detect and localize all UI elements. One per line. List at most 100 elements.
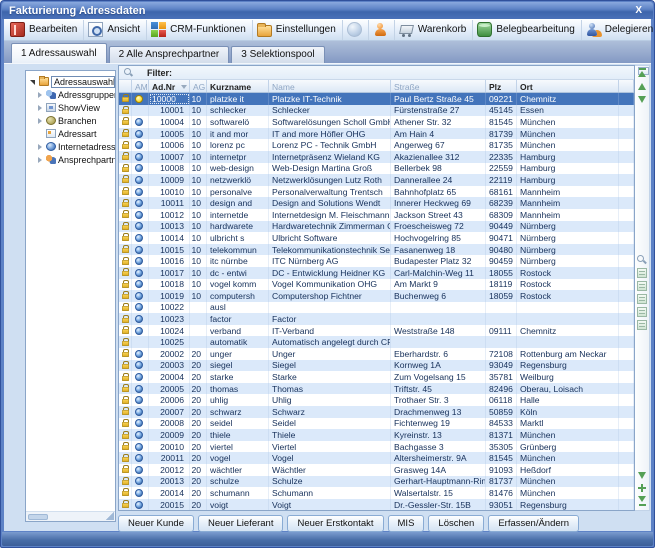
table-row[interactable]: 10016 10 itc nürnbe ITC Nürnberg AG Buda… [119,255,634,267]
table-row[interactable]: 10011 10 design and Design and Solutions… [119,197,634,209]
table-row[interactable]: 10019 10 computersh Computershop Fichtne… [119,290,634,302]
tree-item[interactable]: Adressart [26,127,115,140]
table-row[interactable]: 20003 20 siegel Siegel Kornweg 1A 93049 … [119,360,634,372]
tree-item[interactable]: ShowView [26,101,115,114]
table-row[interactable]: 10018 10 vogel komm Vogel Kommunikation … [119,279,634,291]
column-header[interactable]: AG [190,80,207,92]
expander-icon[interactable] [36,156,44,164]
tab[interactable]: 1 Adressauswahl [11,43,107,63]
action-button[interactable]: Neuer Erstkontakt [287,515,383,532]
resize-grip[interactable] [106,512,114,520]
column-header[interactable]: Straße [391,80,486,92]
lock-cell [119,371,132,383]
column-header[interactable]: Ad.Nr [149,80,190,92]
toolbar-button[interactable]: Ansicht [84,20,147,40]
expander-icon[interactable] [36,143,44,151]
table-row[interactable]: 10017 10 dc - entwi DC - Entwicklung Hei… [119,267,634,279]
filter-bar[interactable]: Filter: [119,66,634,80]
table-row[interactable]: 10000 10 platzke it Platzke IT-Technik P… [119,93,634,105]
panel-icon[interactable] [637,307,647,317]
tree-item[interactable]: Internetadressen [26,140,115,153]
expander-open-icon[interactable] [29,78,37,86]
table-row[interactable]: 10004 10 softwarelö Softwarelösungen Sch… [119,116,634,128]
scroll-top-icon[interactable] [637,68,647,78]
toolbar-button[interactable]: Belegbearbeitung [473,20,581,40]
column-header[interactable] [619,80,634,92]
cell-plz: 68309 [486,209,517,221]
column-header[interactable] [119,80,132,92]
table-row[interactable]: 20007 20 schwarz Schwarz Drachmenweg 13 … [119,406,634,418]
action-button[interactable]: Löschen [428,515,484,532]
table-row[interactable]: 10001 10 schlecker Schlecker Fürstenstra… [119,105,634,117]
panel-icon[interactable] [637,294,647,304]
table-row[interactable]: 20006 20 uhlig Uhlig Trothaer Str. 3 061… [119,394,634,406]
cell-strasse: Eberhardstr. 6 [391,348,486,360]
table-row[interactable]: 10006 10 lorenz pc Lorenz PC - Technik G… [119,139,634,151]
column-header[interactable]: Kurzname [207,80,269,92]
expander-icon[interactable] [36,130,44,138]
table-row[interactable]: 20013 20 schulze Schulze Gerhart-Hauptma… [119,476,634,488]
toolbar-button[interactable] [369,20,395,40]
close-button[interactable]: X [631,5,646,16]
expander-icon[interactable] [36,104,44,112]
table-row[interactable]: 20012 20 wächtler Wächtler Grasweg 14A 9… [119,464,634,476]
table-row[interactable]: 20002 20 unger Unger Eberhardstr. 6 7210… [119,348,634,360]
panel-icon[interactable] [637,281,647,291]
tree-item[interactable]: Branchen [26,114,115,127]
table-row[interactable]: 20008 20 seidel Seidel Fichtenweg 19 845… [119,418,634,430]
toolbar-button[interactable]: Bearbeiten [6,20,84,40]
toolbar-button[interactable]: CRM-Funktionen [147,20,253,40]
tab[interactable]: 3 Selektionspool [231,46,324,63]
table-row[interactable]: 10022 ausl [119,302,634,314]
search-icon[interactable] [637,255,647,265]
expander-icon[interactable] [36,117,44,125]
column-header[interactable]: Ort [517,80,619,92]
table-row[interactable]: 20009 20 thiele Thiele Kyreinstr. 13 813… [119,429,634,441]
toolbar-button[interactable]: Einstellungen [253,20,343,40]
cell-plz: 82496 [486,383,517,395]
table-row[interactable]: 20010 20 viertel Viertel Bachgasse 3 353… [119,441,634,453]
scroll-down-icon[interactable] [637,470,647,480]
scrollbar-thumb[interactable] [28,514,48,520]
table-row[interactable]: 10005 10 it and mor IT and more Höfler O… [119,128,634,140]
table-row[interactable]: 20005 20 thomas Thomas Triftstr. 45 8249… [119,383,634,395]
tree-root-adressauswahl[interactable]: Adressauswahl [26,75,115,88]
panel-icon[interactable] [637,320,647,330]
scroll-up-icon[interactable] [637,81,647,91]
expander-icon[interactable] [36,91,44,99]
action-button[interactable]: MIS [388,515,425,532]
table-row[interactable]: 10009 10 netzwerklö Netzwerklösungen Lut… [119,174,634,186]
table-row[interactable]: 20011 20 vogel Vogel Altersheimerstr. 9A… [119,452,634,464]
cell-ort: Nürnberg [517,244,619,256]
table-row[interactable]: 10023 factor Factor [119,313,634,325]
table-row[interactable]: 10012 10 internetde Internetdesign M. Fl… [119,209,634,221]
column-header[interactable]: Plz [486,80,517,92]
tab[interactable]: 2 Alle Ansprechpartner [109,46,230,63]
tree-horizontal-scrollbar[interactable] [26,511,115,521]
scroll-down-icon[interactable] [637,94,647,104]
table-row[interactable]: 10024 verband IT-Verband Weststraße 148 … [119,325,634,337]
table-row[interactable]: 10008 10 web-design Web-Design Martina G… [119,163,634,175]
table-row[interactable]: 10014 10 ulbricht s Ulbricht Software Ho… [119,232,634,244]
table-row[interactable]: 20004 20 starke Starke Zum Vogelsang 15 … [119,371,634,383]
tree-item[interactable]: Adressgruppen [26,88,115,101]
add-icon[interactable] [637,483,647,493]
table-row[interactable]: 20014 20 schumann Schumann Walsertalstr.… [119,487,634,499]
toolbar-button[interactable] [343,20,369,40]
tree-item[interactable]: Ansprechpartner [26,153,115,166]
column-header[interactable]: Name [269,80,391,92]
table-row[interactable]: 10007 10 internetpr Internetpräsenz Wiel… [119,151,634,163]
table-row[interactable]: 10010 10 personalve Personalverwaltung T… [119,186,634,198]
toolbar-button[interactable]: Delegieren [582,20,655,40]
table-row[interactable]: 10015 10 telekommun Telekommunikationste… [119,244,634,256]
table-row[interactable]: 20015 20 voigt Voigt Dr.-Gessler-Str. 15… [119,499,634,510]
action-button[interactable]: Neuer Lieferant [198,515,283,532]
toolbar-button[interactable]: Warenkorb [395,20,474,40]
action-button[interactable]: Erfassen/Ändern [488,515,579,532]
panel-icon[interactable] [637,268,647,278]
scroll-bottom-icon[interactable] [637,496,647,506]
table-row[interactable]: 10025 automatik Automatisch angelegt dur… [119,336,634,348]
action-button[interactable]: Neuer Kunde [118,515,194,532]
column-header[interactable]: AM [132,80,149,92]
table-row[interactable]: 10013 10 hardwarete Hardwaretechnik Zimm… [119,221,634,233]
